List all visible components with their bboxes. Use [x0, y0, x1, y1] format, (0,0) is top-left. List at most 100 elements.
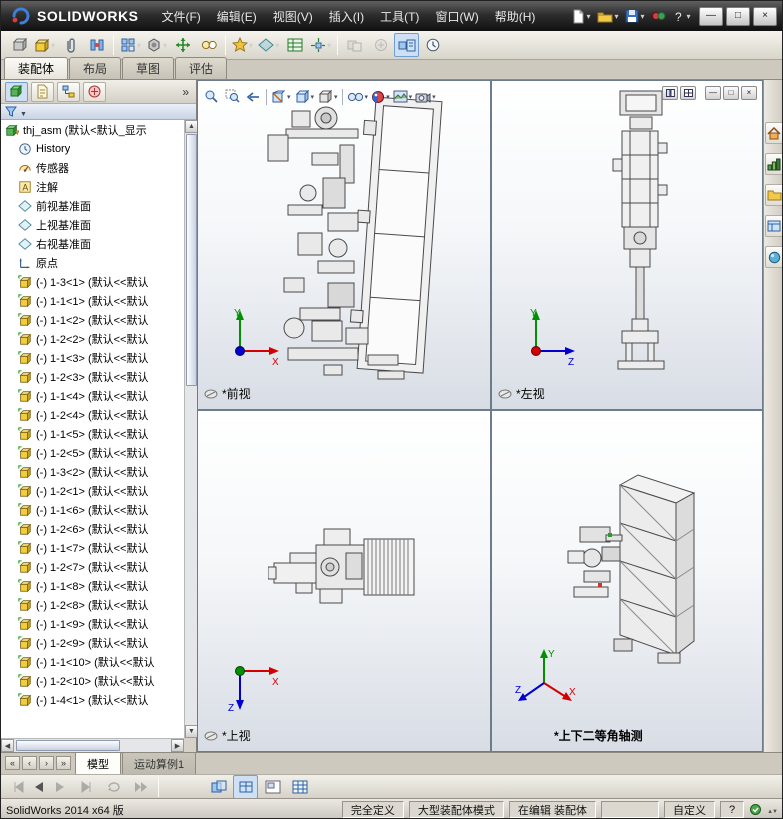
status-resize-icon[interactable] — [767, 804, 777, 816]
scroll-left-icon[interactable]: ◀ — [1, 739, 14, 752]
filter-dropdown-arrow-icon[interactable] — [20, 105, 27, 119]
document-close-button[interactable]: × — [741, 86, 757, 100]
tab-scroll-right-icon[interactable]: › — [39, 756, 54, 770]
quick-help-button[interactable]: ? — [719, 801, 745, 818]
view-orientation-button[interactable] — [293, 87, 316, 106]
graphics-area[interactable]: Y X *前视 Y Z *左视 X Z *上视 Y X Z *上下二等角轴测 ▾… — [197, 80, 763, 752]
tree-component-row[interactable]: (-) 1-1<9> (默认<<默认 — [1, 614, 184, 633]
tab-scroll-last-icon[interactable]: » — [56, 756, 71, 770]
tree-component-row[interactable]: (-) 1-1<2> (默认<<默认 — [1, 310, 184, 329]
resources-home-button[interactable] — [764, 122, 782, 144]
tree-component-row[interactable]: (-) 1-1<5> (默认<<默认 — [1, 424, 184, 443]
smart-component-button[interactable] — [6, 33, 31, 57]
options-button[interactable] — [649, 7, 668, 25]
zoom-area-button[interactable] — [222, 87, 242, 106]
tree-component-row[interactable]: (-) 1-2<8> (默认<<默认 — [1, 595, 184, 614]
component-pattern-button[interactable] — [118, 33, 143, 57]
motion-study-button[interactable] — [420, 33, 445, 57]
section-view-button[interactable] — [270, 87, 292, 106]
smart-fasteners-button[interactable] — [144, 33, 169, 57]
tree-component-row[interactable]: (-) 1-2<7> (默认<<默认 — [1, 557, 184, 576]
tree-component-row[interactable]: (-) 1-1<10> (默认<<默认 — [1, 652, 184, 671]
reference-geometry-button[interactable] — [256, 33, 281, 57]
playback-loop-button[interactable] — [101, 775, 126, 799]
close-button[interactable]: × — [753, 6, 777, 26]
tree-component-row[interactable]: (-) 1-2<1> (默认<<默认 — [1, 481, 184, 500]
tree-item-top-plane[interactable]: 上视基准面 — [1, 215, 184, 234]
viewport-splitter-horizontal[interactable] — [198, 409, 762, 411]
preview-window-button[interactable] — [260, 775, 285, 799]
playback-speed-button[interactable] — [128, 775, 153, 799]
new-document-button[interactable] — [569, 7, 592, 26]
large-assembly-mode-button[interactable] — [394, 33, 420, 57]
tree-item-sensors[interactable]: 传感器 — [1, 158, 184, 177]
status-tag-icon[interactable] — [749, 803, 762, 816]
save-button[interactable] — [623, 7, 646, 25]
menu-insert[interactable]: 插入(I) — [321, 1, 372, 31]
tree-root-item[interactable]: thj_asm (默认<默认_显示 — [1, 120, 184, 139]
tree-component-row[interactable]: (-) 1-1<4> (默认<<默认 — [1, 386, 184, 405]
isometric-view-model[interactable] — [562, 463, 712, 698]
previous-view-button[interactable] — [243, 87, 263, 106]
menu-tools[interactable]: 工具(T) — [372, 1, 427, 31]
view-palette-button[interactable] — [764, 215, 782, 237]
scroll-thumb[interactable] — [186, 134, 197, 386]
tree-item-origin[interactable]: 原点 — [1, 253, 184, 272]
tree-component-row[interactable]: (-) 1-2<5> (默认<<默认 — [1, 443, 184, 462]
appearances-scenes-button[interactable] — [764, 246, 782, 268]
tab-sketch[interactable]: 草图 — [122, 57, 175, 79]
assembly-xpert-button[interactable] — [368, 33, 393, 57]
minimize-button[interactable]: — — [699, 6, 723, 26]
interference-detection-button[interactable] — [342, 33, 367, 57]
tree-component-row[interactable]: (-) 1-2<4> (默认<<默认 — [1, 405, 184, 424]
tree-item-history[interactable]: History — [1, 139, 184, 158]
assembly-features-button[interactable] — [230, 33, 255, 57]
tab-motion-study-1[interactable]: 运动算例1 — [122, 753, 197, 776]
tree-component-row[interactable]: (-) 1-2<6> (默认<<默认 — [1, 519, 184, 538]
viewport-layout-button[interactable] — [680, 86, 696, 100]
view-settings-button[interactable] — [414, 87, 437, 106]
tab-evaluate[interactable]: 评估 — [175, 57, 228, 79]
quick-view-mode-button[interactable] — [233, 774, 258, 799]
tree-component-row[interactable]: (-) 1-3<1> (默认<<默认 — [1, 272, 184, 291]
zoom-fit-button[interactable] — [201, 87, 221, 106]
units-dropdown[interactable]: 自定义 — [663, 801, 715, 818]
bom-button[interactable] — [282, 33, 307, 57]
left-view-model[interactable] — [600, 89, 684, 389]
exploded-view-button[interactable] — [308, 33, 333, 57]
menu-file[interactable]: 文件(F) — [153, 1, 208, 31]
tree-component-row[interactable]: (-) 1-1<8> (默认<<默认 — [1, 576, 184, 595]
featuremanager-tree-tab[interactable] — [5, 81, 28, 102]
tree-component-row[interactable]: (-) 1-2<10> (默认<<默认 — [1, 671, 184, 690]
tree-component-row[interactable]: (-) 1-2<9> (默认<<默认 — [1, 633, 184, 652]
tree-component-row[interactable]: (-) 1-2<3> (默认<<默认 — [1, 367, 184, 386]
show-hidden-components-button[interactable] — [196, 33, 221, 57]
tab-layout[interactable]: 布局 — [69, 57, 122, 79]
viewport-left[interactable]: Y Z *左视 — [492, 81, 762, 409]
attach-button[interactable] — [58, 33, 83, 57]
tree-component-row[interactable]: (-) 1-4<1> (默认<<默认 — [1, 690, 184, 709]
viewport-split-button[interactable] — [662, 86, 678, 100]
playback-first-button[interactable] — [6, 775, 31, 799]
propertymanager-tab[interactable] — [31, 81, 54, 102]
scroll-right-icon[interactable]: ▶ — [171, 739, 184, 752]
scroll-thumb[interactable] — [16, 740, 120, 751]
tree-item-annotations[interactable]: A 注解 — [1, 177, 184, 196]
tree-component-row[interactable]: (-) 1-1<6> (默认<<默认 — [1, 500, 184, 519]
document-restore-button[interactable]: □ — [723, 86, 739, 100]
insert-component-button[interactable] — [32, 33, 57, 57]
top-view-model[interactable] — [268, 523, 420, 618]
apply-scene-button[interactable] — [392, 87, 414, 106]
viewport-front[interactable]: Y X *前视 — [198, 81, 490, 409]
tree-component-row[interactable]: (-) 1-1<1> (默认<<默认 — [1, 291, 184, 310]
assembly-transparency-button[interactable] — [206, 775, 231, 799]
open-button[interactable] — [595, 8, 620, 25]
panel-overflow-button[interactable]: » — [182, 85, 192, 99]
tree-item-front-plane[interactable]: 前视基准面 — [1, 196, 184, 215]
mate-button[interactable] — [84, 33, 109, 57]
tree-component-row[interactable]: (-) 1-1<7> (默认<<默认 — [1, 538, 184, 557]
tree-component-row[interactable]: (-) 1-3<2> (默认<<默认 — [1, 462, 184, 481]
file-explorer-button[interactable] — [764, 184, 782, 206]
tab-assembly[interactable]: 装配体 — [4, 57, 69, 79]
configurationmanager-tab[interactable] — [57, 81, 80, 102]
